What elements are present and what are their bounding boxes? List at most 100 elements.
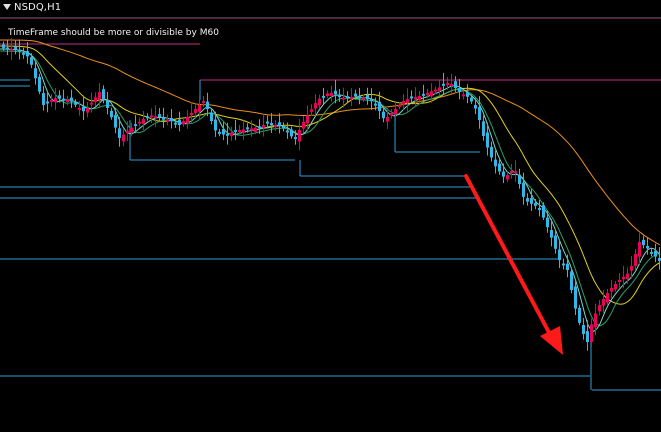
- candle-body: [434, 89, 437, 92]
- candle-body: [246, 127, 249, 130]
- candle-body: [142, 119, 145, 124]
- candle-body: [522, 182, 525, 197]
- candle-body: [654, 250, 657, 257]
- candle-body: [454, 81, 457, 88]
- chart-title-bar[interactable]: NSDQ,H1: [0, 0, 661, 18]
- candle-body: [350, 97, 353, 100]
- candle-body: [334, 90, 337, 95]
- candle-body: [478, 107, 481, 120]
- candle-body: [94, 97, 97, 102]
- candle-body: [430, 91, 433, 97]
- candle-body: [638, 242, 641, 257]
- candle-body: [322, 95, 325, 98]
- candle-body: [530, 198, 533, 204]
- candle-body: [498, 163, 501, 172]
- candle-body: [394, 109, 397, 115]
- candle-body: [510, 171, 513, 173]
- candle-body: [390, 113, 393, 116]
- candle-body: [90, 102, 93, 105]
- candle-body: [382, 111, 385, 119]
- candle-body: [318, 98, 321, 106]
- candle-body: [598, 305, 601, 312]
- candle-body: [282, 126, 285, 129]
- candle-body: [178, 119, 181, 125]
- candle-body: [614, 284, 617, 290]
- candle-body: [50, 99, 53, 102]
- candle-body: [554, 235, 557, 249]
- candle-body: [130, 127, 133, 133]
- price-chart[interactable]: [0, 0, 661, 432]
- candle-body: [222, 129, 225, 135]
- candle-body: [38, 76, 41, 92]
- candle-body: [582, 324, 585, 334]
- candle-body: [566, 263, 569, 270]
- candle-body: [386, 117, 389, 122]
- candle-body: [134, 124, 137, 127]
- candle-body: [590, 324, 593, 342]
- chart-symbol-title: NSDQ,H1: [14, 2, 62, 13]
- candle-body: [230, 132, 233, 137]
- candle-body: [294, 137, 297, 140]
- candle-body: [138, 121, 141, 124]
- candle-body: [74, 102, 77, 105]
- candle-body: [518, 174, 521, 184]
- candle-body: [442, 83, 445, 86]
- candle-body: [66, 99, 69, 102]
- candle-body: [622, 276, 625, 280]
- candle-body: [402, 101, 405, 105]
- candle-body: [34, 68, 37, 79]
- triangle-down-icon[interactable]: [3, 4, 11, 10]
- candle-body: [634, 254, 637, 266]
- candle-body: [410, 96, 413, 99]
- candle-body: [346, 96, 349, 99]
- candle-body: [418, 96, 421, 100]
- candle-body: [466, 92, 469, 97]
- candle-body: [290, 129, 293, 137]
- candle-body: [30, 57, 33, 65]
- candlesticks: [2, 38, 661, 351]
- candle-body: [62, 98, 65, 101]
- candle-body: [86, 108, 89, 113]
- candle-body: [78, 108, 81, 110]
- candle-body: [54, 98, 57, 103]
- candle-body: [22, 52, 25, 55]
- candle-body: [462, 94, 465, 97]
- candle-body: [154, 116, 157, 119]
- candle-body: [302, 122, 305, 129]
- candle-body: [630, 266, 633, 271]
- candle-body: [558, 249, 561, 260]
- candle-body: [526, 198, 529, 202]
- candle-body: [502, 171, 505, 177]
- candle-body: [534, 203, 537, 206]
- candle-body: [262, 125, 265, 128]
- candle-body: [194, 109, 197, 113]
- trend-arrow-annotation: [464, 174, 563, 355]
- candle-body: [326, 93, 329, 96]
- candle-body: [610, 288, 613, 292]
- candle-body: [550, 230, 553, 238]
- candle-body: [206, 101, 209, 109]
- candle-body: [422, 93, 425, 96]
- candle-body: [618, 280, 621, 282]
- candle-body: [186, 117, 189, 124]
- candle-body: [338, 95, 341, 98]
- timeframe-notice: TimeFrame should be more or divisible by…: [8, 28, 219, 38]
- candle-body: [450, 84, 453, 86]
- candle-body: [158, 114, 161, 117]
- candle-body: [426, 92, 429, 96]
- candle-body: [10, 49, 13, 52]
- candle-body: [438, 87, 441, 91]
- candle-body: [14, 46, 17, 50]
- candle-body: [310, 109, 313, 112]
- candle-body: [514, 171, 517, 174]
- candle-body: [242, 129, 245, 133]
- candle-body: [330, 92, 333, 97]
- candle-body: [110, 110, 113, 118]
- candle-body: [570, 271, 573, 290]
- candle-body: [586, 331, 589, 342]
- candle-body: [82, 106, 85, 112]
- candle-body: [374, 103, 377, 106]
- chart-window[interactable]: NSDQ,H1 TimeFrame should be more or divi…: [0, 0, 661, 432]
- candle-body: [578, 307, 581, 323]
- candle-body: [118, 128, 121, 138]
